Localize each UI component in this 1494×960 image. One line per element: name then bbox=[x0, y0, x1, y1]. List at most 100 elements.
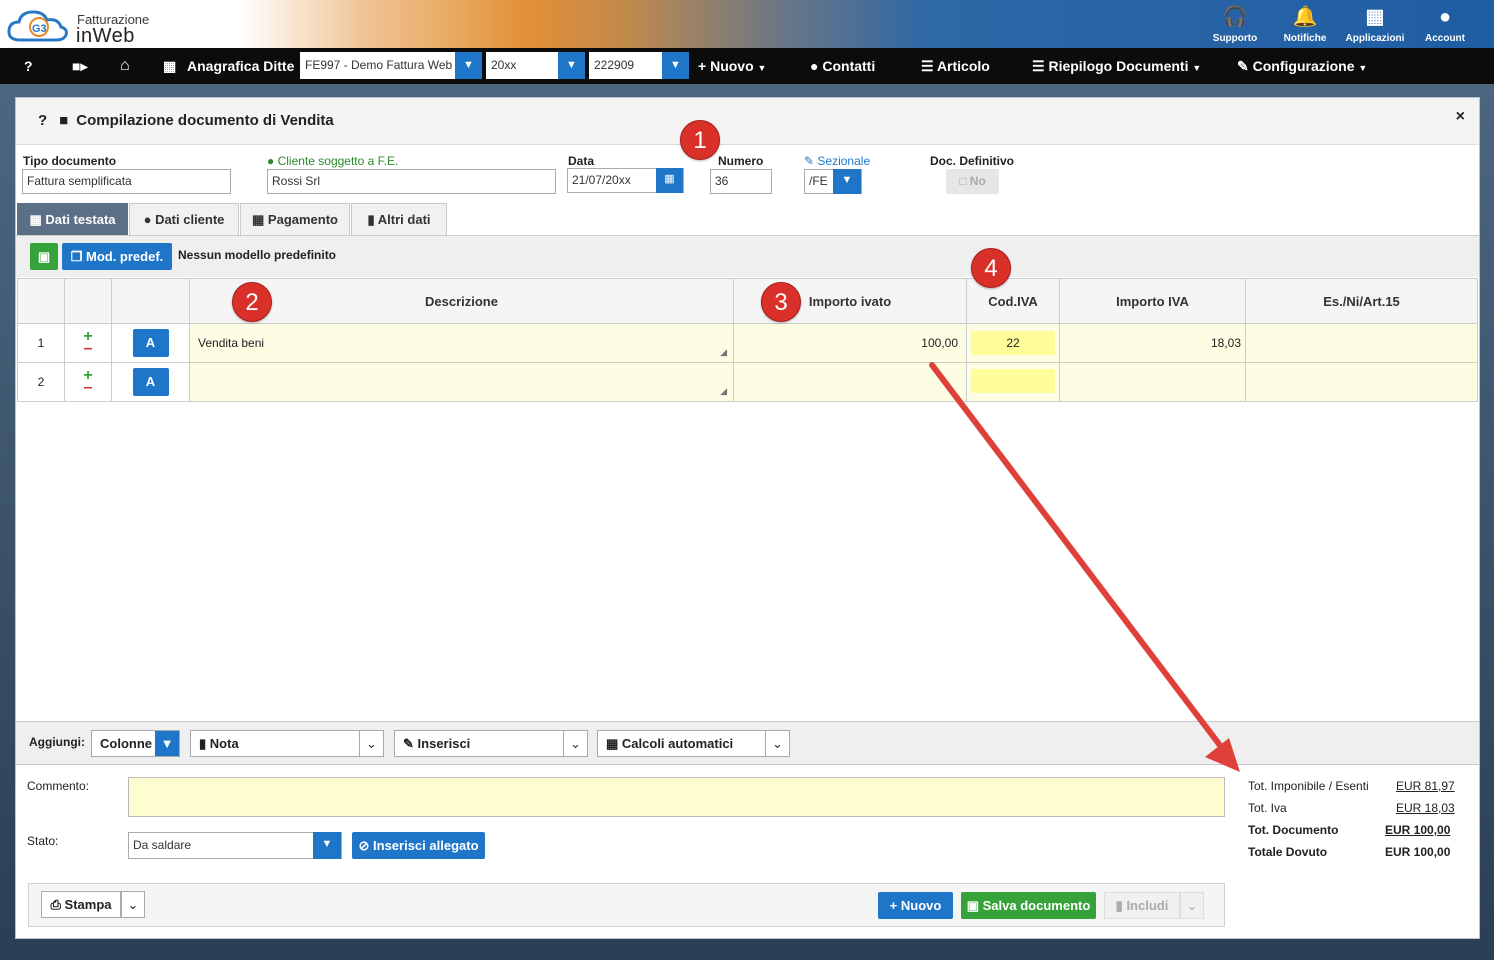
minus-icon[interactable]: – bbox=[65, 341, 111, 357]
model-toolbar: ▣ ❐ Mod. predef. Nessun modello predefin… bbox=[16, 235, 1479, 277]
save-icon[interactable]: ▣ bbox=[30, 243, 58, 270]
tab-label: Pagamento bbox=[267, 212, 338, 227]
data-field[interactable]: 21/07/20xx ▦ bbox=[567, 168, 684, 193]
list-icon: ☰ bbox=[921, 58, 934, 74]
annotation-badge-3: 3 bbox=[761, 282, 801, 322]
code-value: 222909 bbox=[594, 58, 635, 72]
model-text: Nessun modello predefinito bbox=[178, 248, 337, 262]
colonne-select[interactable]: Colonne ▼ bbox=[91, 730, 180, 757]
anagrafica-ditte-link[interactable]: Anagrafica Ditte bbox=[187, 48, 294, 84]
contatti-link[interactable]: ● Contatti bbox=[810, 48, 875, 84]
close-icon[interactable]: × bbox=[1456, 108, 1465, 126]
inserisci-allegato-button[interactable]: ⊘ Inserisci allegato bbox=[352, 832, 485, 859]
row-importo-ivato[interactable] bbox=[733, 362, 967, 402]
modal-title-text: Compilazione documento di Vendita bbox=[76, 112, 334, 129]
row-a-button[interactable]: A bbox=[132, 368, 169, 396]
configurazione-menu[interactable]: ✎ Configurazione ▼ bbox=[1237, 48, 1367, 84]
tab-label: Altri dati bbox=[377, 212, 431, 227]
tab-dati-testata[interactable]: ▦ Dati testata bbox=[17, 203, 128, 236]
row-es[interactable] bbox=[1245, 362, 1478, 402]
file-icon: ▮ bbox=[199, 736, 207, 751]
row-cod-iva[interactable]: 22 bbox=[966, 323, 1060, 363]
chevron-down-icon[interactable]: ⌄ bbox=[765, 731, 789, 756]
chevron-down-icon[interactable]: ▼ bbox=[155, 731, 179, 756]
nuovo-menu[interactable]: + Nuovo ▼ bbox=[698, 48, 766, 84]
mod-predef-button[interactable]: ❐ Mod. predef. bbox=[62, 243, 172, 270]
chevron-down-icon[interactable]: ▼ bbox=[662, 52, 689, 79]
calcoli-select[interactable]: ▦ Calcoli automatici ⌄ bbox=[597, 730, 790, 757]
numero-label: Numero bbox=[718, 154, 764, 168]
video-icon[interactable]: ■▸ bbox=[72, 48, 87, 84]
bell-icon: 🔔 bbox=[1292, 6, 1318, 28]
tab-pagamento[interactable]: ▦ Pagamento bbox=[240, 203, 350, 236]
help-icon[interactable]: ? bbox=[38, 112, 47, 129]
company-select[interactable]: FE997 - Demo Fattura Web ▼ bbox=[300, 52, 482, 79]
calendar-icon[interactable]: ▦ bbox=[656, 168, 683, 193]
user-icon: ● bbox=[1438, 6, 1452, 28]
chevron-down-icon[interactable]: ▼ bbox=[313, 832, 341, 859]
nota-select[interactable]: ▮ Nota ⌄ bbox=[190, 730, 384, 757]
chevron-down-icon[interactable]: ▼ bbox=[558, 52, 585, 79]
includi-button[interactable]: ▮ Includi bbox=[1104, 892, 1180, 919]
salva-documento-button[interactable]: ▣ Salva documento bbox=[961, 892, 1096, 919]
row-es[interactable] bbox=[1245, 323, 1478, 363]
topnav-account[interactable]: ● Account bbox=[1410, 3, 1480, 44]
row-cod-iva[interactable] bbox=[966, 362, 1060, 402]
chevron-down-icon[interactable]: ⌄ bbox=[121, 891, 145, 918]
minus-icon[interactable]: – bbox=[65, 380, 111, 396]
riepilogo-menu[interactable]: ☰ Riepilogo Documenti ▼ bbox=[1032, 48, 1201, 84]
stato-select[interactable]: Da saldare ▼ bbox=[128, 832, 342, 859]
totale-documento-value[interactable]: EUR 100,00 bbox=[1385, 823, 1450, 837]
year-select[interactable]: 20xx ▼ bbox=[486, 52, 585, 79]
row-a-cell: A bbox=[111, 323, 190, 363]
commento-field[interactable] bbox=[128, 777, 1225, 817]
print-icon: ⎙ bbox=[50, 897, 61, 912]
topnav-supporto[interactable]: 🎧 Supporto bbox=[1200, 3, 1270, 44]
articolo-link[interactable]: ☰ Articolo bbox=[921, 48, 990, 84]
row-descrizione[interactable]: ◢ bbox=[189, 362, 734, 402]
topnav-notifiche[interactable]: 🔔 Notifiche bbox=[1270, 3, 1340, 44]
inserisci-select[interactable]: ✎ Inserisci ⌄ bbox=[394, 730, 588, 757]
chevron-down-icon[interactable]: ⌄ bbox=[563, 731, 587, 756]
totale-imponibile-value[interactable]: EUR 81,97 bbox=[1396, 779, 1455, 793]
tab-altri-dati[interactable]: ▮ Altri dati bbox=[351, 203, 447, 236]
descrizione-value: Vendita beni bbox=[198, 336, 265, 350]
row-add-remove: + – bbox=[64, 362, 112, 402]
help-button[interactable]: ? bbox=[24, 48, 33, 84]
home-icon[interactable]: ⌂ bbox=[120, 48, 130, 84]
logo-badge-text: G3 bbox=[32, 23, 47, 35]
doc-definitivo-toggle[interactable]: □ No bbox=[946, 169, 999, 194]
totale-iva-value[interactable]: EUR 18,03 bbox=[1396, 801, 1455, 815]
sezionale-label[interactable]: ✎ Sezionale bbox=[804, 154, 870, 168]
row-number: 1 bbox=[17, 323, 65, 363]
row-importo-iva: 18,03 bbox=[1059, 323, 1246, 363]
chevron-down-icon[interactable]: ⌄ bbox=[1180, 892, 1204, 919]
stampa-button[interactable]: ⎙ Stampa bbox=[41, 891, 121, 918]
logo[interactable]: G3 Fatturazione inWeb bbox=[6, 4, 166, 47]
row-importo-ivato[interactable]: 100,00 bbox=[733, 323, 967, 363]
chevron-down-icon[interactable]: ▼ bbox=[455, 52, 482, 79]
chevron-down-icon[interactable]: ⌄ bbox=[359, 731, 383, 756]
cliente-label[interactable]: ● Cliente soggetto a F.E. bbox=[267, 154, 398, 168]
chevron-down-icon[interactable]: ▼ bbox=[833, 169, 861, 194]
code-select[interactable]: 222909 ▼ bbox=[589, 52, 689, 79]
cliente-field[interactable]: Rossi Srl bbox=[267, 169, 556, 194]
row-a-button[interactable]: A bbox=[132, 329, 169, 357]
resize-handle-icon[interactable]: ◢ bbox=[720, 386, 727, 397]
resize-handle-icon[interactable]: ◢ bbox=[720, 347, 727, 358]
numero-field[interactable]: 36 bbox=[710, 169, 772, 194]
video-icon[interactable]: ■ bbox=[59, 112, 68, 129]
sezionale-select[interactable]: /FE ▼ bbox=[804, 169, 862, 194]
row-descrizione[interactable]: Vendita beni ◢ bbox=[189, 323, 734, 363]
headset-icon: 🎧 bbox=[1222, 6, 1248, 28]
edit-icon: ✎ bbox=[1237, 58, 1249, 74]
tab-dati-cliente[interactable]: ● Dati cliente bbox=[129, 203, 239, 236]
stato-value: Da saldare bbox=[133, 838, 192, 852]
col-es-header: Es./Ni/Art.15 bbox=[1245, 278, 1478, 324]
tipo-documento-field[interactable]: Fattura semplificata bbox=[22, 169, 231, 194]
topnav-applicazioni[interactable]: ▦ Applicazioni bbox=[1340, 3, 1410, 44]
edit-icon: ✎ bbox=[403, 736, 414, 751]
nuovo-label: Nuovo bbox=[710, 58, 754, 74]
year-value: 20xx bbox=[491, 58, 517, 72]
nuovo-button[interactable]: + Nuovo bbox=[878, 892, 953, 919]
